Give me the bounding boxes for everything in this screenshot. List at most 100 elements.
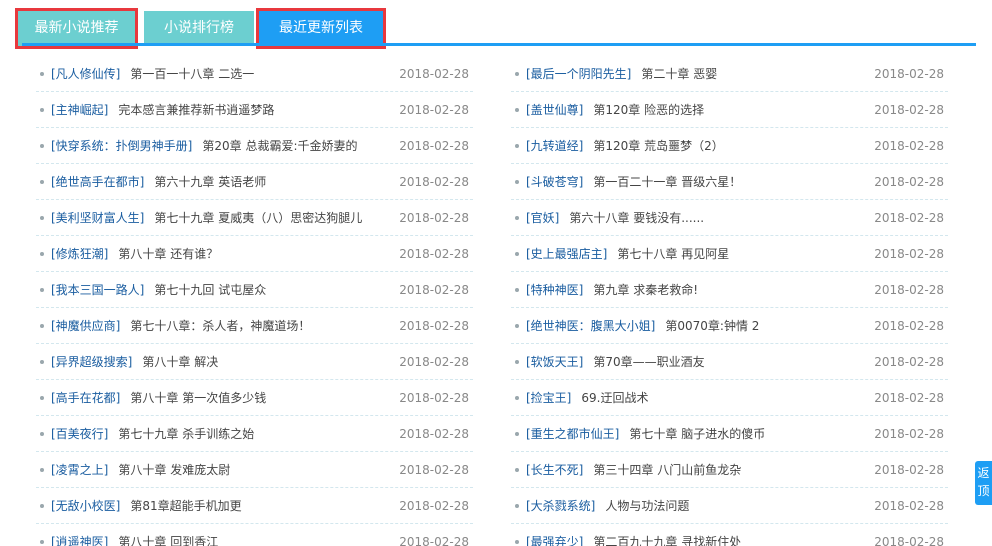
update-date: 2018-02-28 <box>874 463 944 477</box>
chapter-link[interactable]: 第八十章 解决 <box>142 355 218 369</box>
bullet-icon <box>515 432 519 436</box>
bullet-icon <box>40 468 44 472</box>
chapter-link[interactable]: 第120章 荒岛噩梦（2） <box>593 139 723 153</box>
list-item-text: [美利坚财富人生] 第七十九章 夏威夷（八）思密达狗腿儿 <box>51 200 393 235</box>
list-item: [无敌小校医] 第81章超能手机加更 2018-02-28 <box>36 488 473 524</box>
book-title-link[interactable]: [异界超级搜索] <box>51 355 132 369</box>
chapter-link[interactable]: 第三十四章 八门山前鱼龙杂 <box>593 463 741 477</box>
chapter-link[interactable]: 第九章 求秦老救命! <box>593 283 698 297</box>
chapter-link[interactable]: 69.迂回战术 <box>581 391 648 405</box>
chapter-link[interactable]: 第二十章 恶婴 <box>641 67 717 81</box>
book-title-link[interactable]: [凡人修仙传] <box>51 67 120 81</box>
bullet-icon <box>40 324 44 328</box>
chapter-link[interactable]: 第八十章 回到香江 <box>118 535 218 546</box>
bullet-icon <box>515 180 519 184</box>
chapter-link[interactable]: 第八十章 发难庞太尉 <box>118 463 230 477</box>
chapter-link[interactable]: 第七十九章 杀手训练之始 <box>118 427 254 441</box>
book-title-link[interactable]: [神魔供应商] <box>51 319 120 333</box>
chapter-link[interactable]: 第120章 险恶的选择 <box>593 103 704 117</box>
book-title-link[interactable]: [绝世神医：腹黑大小姐] <box>526 319 655 333</box>
update-date: 2018-02-28 <box>874 355 944 369</box>
tab-bar: 最新小说推荐 小说排行榜 最近更新列表 <box>0 0 976 49</box>
book-title-link[interactable]: [盖世仙尊] <box>526 103 583 117</box>
book-title-link[interactable]: [最强弃少] <box>526 535 583 546</box>
chapter-link[interactable]: 第0070章:钟情 2 <box>665 319 759 333</box>
book-title-link[interactable]: [美利坚财富人生] <box>51 211 144 225</box>
book-title-link[interactable]: [我本三国一路人] <box>51 283 144 297</box>
book-title-link[interactable]: [绝世高手在都市] <box>51 175 144 189</box>
bullet-icon <box>40 360 44 364</box>
tab-latest-recommend[interactable]: 最新小说推荐 <box>15 8 138 49</box>
list-item-text: [百美夜行] 第七十九章 杀手训练之始 <box>51 416 393 451</box>
chapter-link[interactable]: 第六十八章 要钱没有...... <box>569 211 704 225</box>
chapter-link[interactable]: 第八十章 第一次值多少钱 <box>130 391 266 405</box>
list-item: [史上最强店主] 第七十八章 再见阿星 2018-02-28 <box>511 236 948 272</box>
tab-underline <box>22 43 976 46</box>
list-item: [特种神医] 第九章 求秦老救命! 2018-02-28 <box>511 272 948 308</box>
update-date: 2018-02-28 <box>399 211 469 225</box>
chapter-link[interactable]: 第八十章 还有谁？ <box>118 247 218 261</box>
list-item-text: [凌霄之上] 第八十章 发难庞太尉 <box>51 452 393 487</box>
book-title-link[interactable]: [百美夜行] <box>51 427 108 441</box>
book-title-link[interactable]: [无敌小校医] <box>51 499 120 513</box>
chapter-link[interactable]: 第20章 总裁霸爱:千金娇妻的 <box>202 139 357 153</box>
chapter-link[interactable]: 第七十章 脑子进水的傻币 <box>629 427 765 441</box>
bullet-icon <box>515 216 519 220</box>
list-item: [美利坚财富人生] 第七十九章 夏威夷（八）思密达狗腿儿 2018-02-28 <box>36 200 473 236</box>
chapter-link[interactable]: 第二百九十九章 寻找新住处 <box>593 535 741 546</box>
book-title-link[interactable]: [九转道经] <box>526 139 583 153</box>
book-title-link[interactable]: [高手在花都] <box>51 391 120 405</box>
chapter-link[interactable]: 第一百二十一章 晋级六星！ <box>593 175 741 189</box>
bullet-icon <box>515 360 519 364</box>
update-date: 2018-02-28 <box>399 427 469 441</box>
bullet-icon <box>40 396 44 400</box>
book-title-link[interactable]: [长生不死] <box>526 463 583 477</box>
update-list-left: [凡人修仙传] 第一百一十八章 二选一 2018-02-28 [主神崛起] 完本感言兼推… <box>36 56 473 546</box>
book-title-link[interactable]: [最后一个阴阳先生] <box>526 67 631 81</box>
list-item-text: [高手在花都] 第八十章 第一次值多少钱 <box>51 380 393 415</box>
update-date: 2018-02-28 <box>399 175 469 189</box>
update-list-right: [最后一个阴阳先生] 第二十章 恶婴 2018-02-28 [盖世仙尊] 第120章 险… <box>511 56 948 546</box>
chapter-link[interactable]: 第七十八章 再见阿星 <box>617 247 729 261</box>
update-date: 2018-02-28 <box>399 499 469 513</box>
book-title-link[interactable]: [特种神医] <box>526 283 583 297</box>
book-title-link[interactable]: [斗破苍穹] <box>526 175 583 189</box>
list-item-text: [盖世仙尊] 第120章 险恶的选择 <box>526 92 868 127</box>
chapter-link[interactable]: 第70章——职业酒友 <box>593 355 704 369</box>
list-item-text: [软饭天王] 第70章——职业酒友 <box>526 344 868 379</box>
book-title-link[interactable]: [捡宝王] <box>526 391 571 405</box>
list-item-text: [修炼狂潮] 第八十章 还有谁？ <box>51 236 393 271</box>
book-title-link[interactable]: [史上最强店主] <box>526 247 607 261</box>
back-to-top-button[interactable]: 返 顶 <box>975 461 992 505</box>
book-title-link[interactable]: [官妖] <box>526 211 559 225</box>
book-title-link[interactable]: [逍遥神医] <box>51 535 108 546</box>
list-item: [我本三国一路人] 第七十九回 试屯屋众 2018-02-28 <box>36 272 473 308</box>
list-item: [大杀戮系统] 人物与功法问题 2018-02-28 <box>511 488 948 524</box>
book-title-link[interactable]: [修炼狂潮] <box>51 247 108 261</box>
bullet-icon <box>515 144 519 148</box>
book-title-link[interactable]: [主神崛起] <box>51 103 108 117</box>
chapter-link[interactable]: 人物与功法问题 <box>605 499 689 513</box>
list-item-text: [最后一个阴阳先生] 第二十章 恶婴 <box>526 56 868 91</box>
tab-ranking[interactable]: 小说排行榜 <box>144 11 254 46</box>
update-date: 2018-02-28 <box>399 67 469 81</box>
book-title-link[interactable]: [软饭天王] <box>526 355 583 369</box>
list-item-text: [九转道经] 第120章 荒岛噩梦（2） <box>526 128 868 163</box>
page: 最新小说推荐 小说排行榜 最近更新列表 [凡人修仙传] 第一百一十八章 二选一 20… <box>0 0 992 546</box>
list-item-text: [主神崛起] 完本感言兼推荐新书逍遥梦路 <box>51 92 393 127</box>
chapter-link[interactable]: 第七十九回 试屯屋众 <box>154 283 266 297</box>
chapter-link[interactable]: 完本感言兼推荐新书逍遥梦路 <box>118 103 274 117</box>
list-item: [盖世仙尊] 第120章 险恶的选择 2018-02-28 <box>511 92 948 128</box>
book-title-link[interactable]: [凌霄之上] <box>51 463 108 477</box>
bullet-icon <box>515 72 519 76</box>
chapter-link[interactable]: 第六十九章 英语老师 <box>154 175 266 189</box>
tab-latest-updates[interactable]: 最近更新列表 <box>256 8 386 49</box>
book-title-link[interactable]: [快穿系统：扑倒男神手册] <box>51 139 192 153</box>
update-date: 2018-02-28 <box>874 319 944 333</box>
chapter-link[interactable]: 第一百一十八章 二选一 <box>130 67 254 81</box>
chapter-link[interactable]: 第七十九章 夏威夷（八）思密达狗腿儿 <box>154 211 362 225</box>
chapter-link[interactable]: 第七十八章：杀人者，神魔道场！ <box>130 319 310 333</box>
book-title-link[interactable]: [重生之都市仙王] <box>526 427 619 441</box>
chapter-link[interactable]: 第81章超能手机加更 <box>130 499 241 513</box>
book-title-link[interactable]: [大杀戮系统] <box>526 499 595 513</box>
